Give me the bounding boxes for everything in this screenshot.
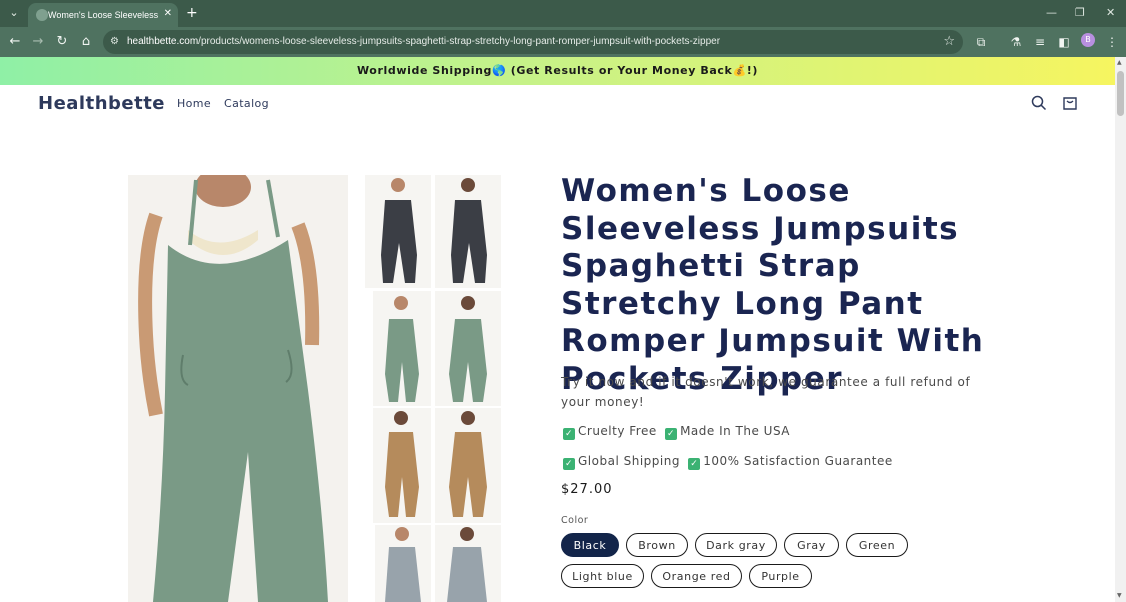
back-icon[interactable]: ← [6, 33, 24, 51]
check-icon: ✓ [665, 428, 678, 440]
thumbnail-brown-back[interactable] [435, 408, 501, 523]
thumbnail-gray-front[interactable] [375, 525, 431, 602]
thumbnail-brown-front[interactable] [373, 408, 431, 523]
check-icon: ✓ [563, 458, 575, 470]
tab-favicon-icon [36, 9, 48, 21]
thumbnail-gray-back[interactable] [435, 525, 501, 602]
announcement-bar: Worldwide Shipping🌎 (Get Results or Your… [0, 57, 1115, 85]
new-tab-icon[interactable]: + [186, 5, 198, 21]
window-close-icon[interactable]: ✕ [1106, 5, 1115, 21]
scroll-down-icon[interactable]: ▼ [1117, 592, 1122, 600]
feature-global-shipping: Global Shipping [578, 454, 680, 468]
browser-toolbar: ← → ↻ ⌂ ⚙ healthbette.com/products/women… [0, 27, 1126, 57]
site-logo[interactable]: Healthbette [38, 93, 165, 114]
menu-icon[interactable]: ⋮ [1103, 33, 1121, 51]
color-option-gray[interactable]: Gray [784, 533, 839, 557]
thumbnail-black-back[interactable] [435, 175, 501, 288]
url-text[interactable]: healthbette.com/products/womens-loose-sl… [127, 34, 720, 50]
thumbnail-black-front[interactable] [365, 175, 431, 288]
color-option-light-blue[interactable]: Light blue [561, 564, 644, 588]
side-panel-icon[interactable]: ◧ [1055, 33, 1073, 51]
color-option-dark-gray[interactable]: Dark gray [695, 533, 777, 557]
home-icon[interactable]: ⌂ [77, 33, 95, 51]
product-title: Women's Loose Sleeveless Jumpsuits Spagh… [561, 173, 985, 397]
reload-icon[interactable]: ↻ [53, 33, 71, 51]
color-option-green[interactable]: Green [846, 533, 908, 557]
site-info-icon[interactable]: ⚙ [110, 34, 119, 50]
extensions-icon[interactable]: ⧉ [972, 33, 990, 51]
browser-tabstrip: ⌄ Women's Loose Sleeveless Jum ✕ + — ❐ ✕ [0, 0, 1126, 27]
labs-icon[interactable]: ⚗ [1007, 33, 1025, 51]
feature-satisfaction-guarantee: 100% Satisfaction Guarantee [703, 454, 893, 468]
cart-icon[interactable] [1061, 95, 1079, 113]
product-description: Try it now and if it doesn't work, we gu… [561, 375, 971, 409]
scroll-up-icon[interactable]: ▲ [1117, 59, 1122, 67]
thumbnail-green-front[interactable] [373, 291, 431, 406]
restore-icon[interactable]: ❐ [1075, 5, 1085, 21]
browser-tab-active[interactable]: Women's Loose Sleeveless Jum ✕ [28, 3, 178, 27]
scroll-thumb[interactable] [1117, 71, 1124, 116]
feature-cruelty-free: Cruelty Free [578, 424, 657, 438]
color-option-brown[interactable]: Brown [626, 533, 688, 557]
media-icon[interactable]: ≡ [1031, 33, 1049, 51]
check-icon: ✓ [563, 428, 575, 440]
color-option-black[interactable]: Black [561, 533, 619, 557]
forward-icon[interactable]: → [29, 33, 47, 51]
nav-home[interactable]: Home [177, 97, 211, 110]
color-option-orange-red[interactable]: Orange red [651, 564, 742, 588]
bookmark-star-icon[interactable]: ☆ [943, 33, 955, 51]
product-main-image[interactable] [128, 175, 348, 602]
tab-title: Women's Loose Sleeveless Jum [48, 10, 160, 20]
product-price: $27.00 [561, 482, 613, 497]
profile-avatar[interactable]: B [1081, 33, 1095, 47]
nav-catalog[interactable]: Catalog [224, 97, 269, 110]
address-bar[interactable]: ⚙ healthbette.com/products/womens-loose-… [103, 30, 963, 54]
feature-made-in-usa: Made In The USA [680, 424, 791, 438]
tab-list-icon[interactable]: ⌄ [6, 5, 22, 21]
check-icon: ✓ [688, 458, 701, 470]
page-scrollbar[interactable]: ▲ ▼ [1115, 57, 1126, 602]
search-icon[interactable] [1030, 95, 1048, 113]
thumbnail-green-back[interactable] [435, 291, 501, 406]
color-label: Color [561, 515, 589, 526]
color-option-purple[interactable]: Purple [749, 564, 812, 588]
feature-row-2: ✓ Global Shipping ✓ 100% Satisfaction Guar… [563, 454, 893, 470]
product-thumbnails [365, 175, 505, 602]
tab-close-icon[interactable]: ✕ [164, 7, 172, 21]
minimize-icon[interactable]: — [1046, 5, 1057, 21]
feature-row-1: ✓ Cruelty Free ✓ Made In The USA [563, 424, 790, 440]
